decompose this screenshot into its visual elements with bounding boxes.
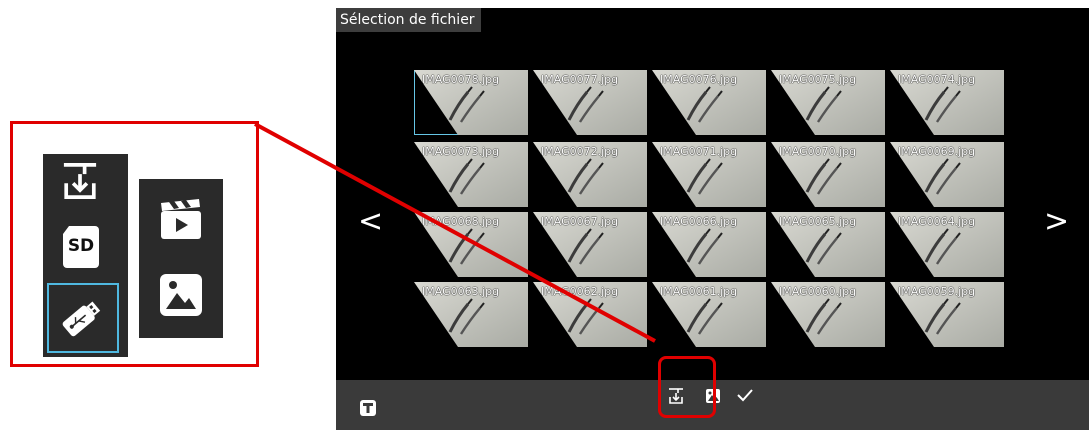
title-bar: Sélection de fichier — [336, 8, 1089, 34]
video-clapper-icon — [157, 197, 205, 245]
file-thumbnail[interactable]: IMAG0073.jpg — [414, 142, 528, 207]
file-thumbnail[interactable]: IMAG0070.jpg — [771, 142, 885, 207]
save-to-storage-icon — [57, 158, 103, 208]
file-name-label: IMAG0076.jpg — [660, 73, 738, 86]
file-name-label: IMAG0069.jpg — [898, 145, 976, 158]
file-thumbnail[interactable]: IMAG0077.jpg — [533, 70, 647, 135]
file-name-label: IMAG0075.jpg — [779, 73, 857, 86]
next-page-button[interactable]: > — [1044, 207, 1069, 238]
file-name-label: IMAG0061.jpg — [660, 285, 738, 298]
file-name-label: IMAG0066.jpg — [660, 215, 738, 228]
sd-card-label: SD — [67, 236, 95, 256]
file-thumbnail[interactable]: IMAG0076.jpg — [652, 70, 766, 135]
file-name-label: IMAG0064.jpg — [898, 215, 976, 228]
file-thumbnail[interactable]: IMAG0064.jpg — [890, 212, 1004, 277]
file-name-label: IMAG0070.jpg — [779, 145, 857, 158]
file-thumbnail[interactable]: IMAG0059.jpg — [890, 282, 1004, 347]
file-name-label: IMAG0060.jpg — [779, 285, 857, 298]
media-type-icon-column — [139, 179, 223, 338]
file-name-label: IMAG0062.jpg — [541, 285, 619, 298]
file-name-label: IMAG0077.jpg — [541, 73, 619, 86]
usb-drive-icon — [57, 296, 105, 346]
checkmark-icon[interactable] — [734, 384, 754, 404]
file-name-label: IMAG0072.jpg — [541, 145, 619, 158]
file-thumbnail[interactable]: IMAG0072.jpg — [533, 142, 647, 207]
file-thumbnail[interactable]: IMAG0067.jpg — [533, 212, 647, 277]
file-name-label: IMAG0074.jpg — [898, 73, 976, 86]
file-thumbnail[interactable]: IMAG0075.jpg — [771, 70, 885, 135]
mode-icon[interactable] — [358, 398, 378, 418]
file-name-label: IMAG0059.jpg — [898, 285, 976, 298]
toolbar-highlight-box — [658, 356, 716, 418]
file-thumbnail[interactable]: IMAG0061.jpg — [652, 282, 766, 347]
file-thumbnail[interactable]: IMAG0069.jpg — [890, 142, 1004, 207]
page-title: Sélection de fichier — [336, 8, 481, 32]
file-name-label: IMAG0067.jpg — [541, 215, 619, 228]
image-icon — [157, 271, 205, 323]
file-name-label: IMAG0063.jpg — [422, 285, 500, 298]
sd-card-icon: SD — [61, 224, 101, 272]
file-thumbnail[interactable]: IMAG0060.jpg — [771, 282, 885, 347]
file-thumbnail[interactable]: IMAG0066.jpg — [652, 212, 766, 277]
file-name-label: IMAG0073.jpg — [422, 145, 500, 158]
icon-zoom-callout: SD — [10, 121, 259, 367]
storage-icon-column: SD — [43, 154, 128, 357]
file-thumbnail[interactable]: IMAG0065.jpg — [771, 212, 885, 277]
file-thumbnail-grid: IMAG0078.jpg IMAG0077.jpg IMAG0076.jpg IMAG… — [414, 70, 1010, 355]
file-name-label: IMAG0065.jpg — [779, 215, 857, 228]
file-thumbnail[interactable]: IMAG0078.jpg — [414, 70, 528, 135]
file-thumbnail[interactable]: IMAG0062.jpg — [533, 282, 647, 347]
file-thumbnail[interactable]: IMAG0071.jpg — [652, 142, 766, 207]
file-name-label: IMAG0071.jpg — [660, 145, 738, 158]
previous-page-button[interactable]: < — [358, 207, 383, 238]
file-name-label: IMAG0078.jpg — [422, 73, 500, 86]
file-thumbnail[interactable]: IMAG0063.jpg — [414, 282, 528, 347]
file-thumbnail[interactable]: IMAG0068.jpg — [414, 212, 528, 277]
file-name-label: IMAG0068.jpg — [422, 215, 500, 228]
file-thumbnail[interactable]: IMAG0074.jpg — [890, 70, 1004, 135]
